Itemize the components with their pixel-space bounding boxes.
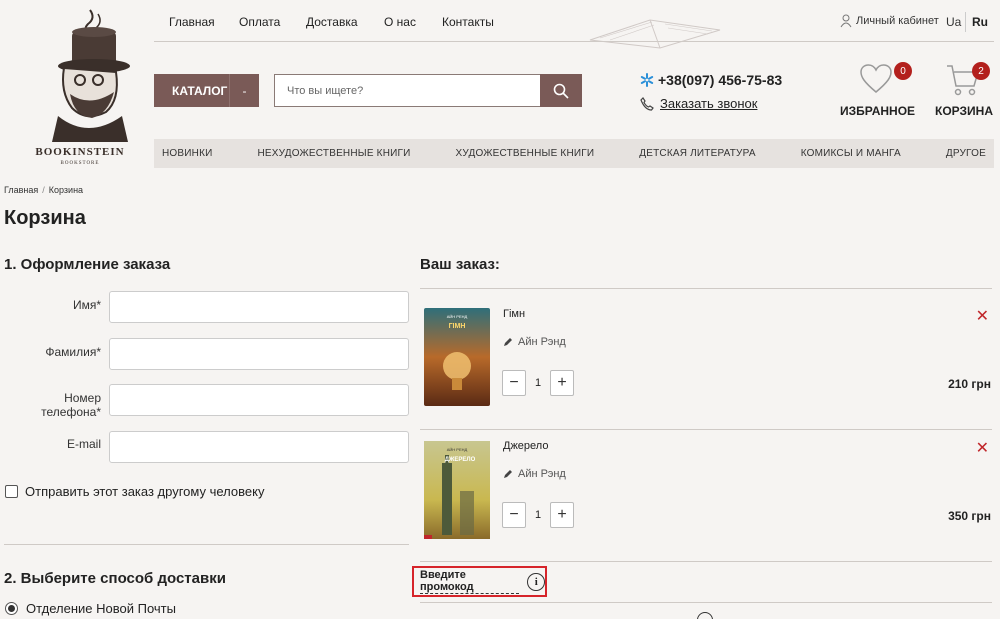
phone-icon (640, 96, 654, 111)
search-input[interactable] (274, 74, 541, 107)
brand-name: BOOKINSTEIN (35, 146, 125, 158)
brand-logo[interactable]: BOOKINSTEIN BOOKSTORE (28, 6, 132, 166)
cover-title: ДЖЕРЕЛО (445, 457, 476, 463)
decrease-quantity-button[interactable]: − (502, 370, 526, 396)
delivery-section-title: 2. Выберите способ доставки (4, 570, 226, 587)
phone-label: +38(097) 456-75-83 (658, 72, 783, 88)
favorites-count-badge: 0 (894, 62, 912, 80)
divider (420, 561, 992, 562)
promo-code-box: Введите промокод i (412, 566, 547, 597)
phone-number[interactable]: +38(097) 456-75-83 (640, 72, 782, 88)
breadcrumb-separator: / (42, 185, 45, 195)
item-title[interactable]: Гімн (503, 308, 525, 320)
quantity-stepper: − 1 + (502, 502, 574, 528)
decrease-quantity-button[interactable]: − (502, 502, 526, 528)
category-comics[interactable]: КОМИКСЫ И МАНГА (801, 148, 901, 159)
book-cover-image: АЙН РЕНД ДЖЕРЕЛО (424, 441, 490, 539)
cart-item: АЙН РЕНД ГІМН Гімн Айн Рэнд − 1 + 210 гр… (420, 290, 995, 420)
brand-subtitle: BOOKSTORE (60, 161, 100, 166)
nav-link-delivery[interactable]: Доставка (306, 15, 358, 29)
quantity-value[interactable]: 1 (526, 377, 550, 389)
divider (420, 288, 992, 289)
quantity-stepper: − 1 + (502, 370, 574, 396)
catalog-label: КАТАЛОГ (172, 83, 228, 98)
pen-icon (504, 470, 512, 478)
book-cover-image: АЙН РЕНД ГІМН (424, 308, 490, 406)
callback-link[interactable]: Заказать звонок (640, 96, 757, 111)
bookinstein-mascot-icon (52, 9, 130, 142)
promo-code-link[interactable]: Введите промокод (420, 569, 520, 594)
email-input[interactable] (109, 431, 409, 463)
info-icon[interactable] (697, 612, 713, 619)
nav-link-home[interactable]: Главная (169, 15, 215, 29)
order-title: Ваш заказ: (420, 256, 500, 273)
item-price: 350 грн (948, 509, 991, 523)
last-name-label: Фамилия* (45, 345, 101, 359)
heart-icon (860, 64, 892, 93)
nav-link-payment[interactable]: Оплата (239, 15, 280, 29)
nav-link-contacts[interactable]: Контакты (442, 15, 494, 29)
breadcrumb: Главная / Корзина (4, 185, 83, 195)
lang-ua[interactable]: Ua (946, 15, 961, 29)
radio-selected[interactable] (5, 602, 18, 615)
first-name-label: Имя* (72, 298, 101, 312)
category-fiction[interactable]: ХУДОЖЕСТВЕННЫЕ КНИГИ (456, 148, 595, 159)
increase-quantity-button[interactable]: + (550, 370, 574, 396)
user-icon (840, 14, 852, 28)
remove-item-icon[interactable]: ✕ (976, 438, 989, 458)
remove-item-icon[interactable]: ✕ (976, 306, 989, 326)
cover-author: АЙН РЕНД (447, 314, 468, 319)
other-person-checkbox[interactable]: Отправить этот заказ другому человеку (5, 484, 264, 499)
item-author-name: Айн Рэнд (518, 336, 566, 348)
account-link[interactable]: Личный кабинет (840, 14, 939, 28)
item-author-name: Айн Рэнд (518, 468, 566, 480)
cover-author: АЙН РЕНД (447, 447, 468, 452)
email-label: E-mail (66, 437, 101, 451)
phone-field-label: Номер телефона* (41, 391, 101, 419)
checkout-section-title: 1. Оформление заказа (4, 256, 171, 273)
breadcrumb-current: Корзина (48, 185, 84, 195)
pen-icon (504, 338, 512, 346)
category-other[interactable]: ДРУГОЕ (946, 148, 986, 159)
info-icon[interactable]: i (527, 572, 545, 591)
account-label: Личный кабинет (856, 15, 939, 27)
nav-link-about[interactable]: О нас (384, 15, 416, 29)
page-title: Корзина (4, 207, 86, 229)
category-children[interactable]: ДЕТСКАЯ ЛИТЕРАТУРА (639, 148, 755, 159)
category-new[interactable]: НОВИНКИ (162, 148, 213, 159)
increase-quantity-button[interactable]: + (550, 502, 574, 528)
search-button[interactable] (540, 74, 582, 107)
divider (420, 602, 992, 603)
quantity-value[interactable]: 1 (526, 509, 550, 521)
callback-label: Заказать звонок (660, 96, 758, 111)
divider (4, 544, 409, 545)
cart-item: АЙН РЕНД ДЖЕРЕЛО Джерело Айн Рэнд − 1 + … (420, 422, 995, 552)
delivery-option-label: Отделение Новой Почты (26, 601, 176, 616)
last-name-input[interactable] (109, 338, 409, 370)
other-person-label: Отправить этот заказ другому человеку (25, 484, 265, 499)
category-nonfiction[interactable]: НЕХУДОЖЕСТВЕННЫЕ КНИГИ (258, 148, 411, 159)
search-icon (553, 83, 569, 99)
item-price: 210 грн (948, 377, 991, 391)
catalog-button[interactable]: КАТАЛОГ - (154, 74, 259, 107)
delivery-option-nova-poshta[interactable]: Отделение Новой Почты (5, 601, 176, 616)
cover-title: ГІМН (449, 323, 466, 330)
cart-button[interactable]: 2 КОРЗИНА (934, 62, 994, 122)
first-name-input[interactable] (109, 291, 409, 323)
favorites-button[interactable]: 0 ИЗБРАННОЕ (840, 62, 916, 122)
cart-label: КОРЗИНА (935, 104, 993, 118)
item-author: Айн Рэнд (503, 468, 566, 480)
item-title[interactable]: Джерело (503, 440, 548, 452)
cart-count-badge: 2 (972, 62, 990, 80)
phone-input[interactable] (109, 384, 409, 416)
checkbox-box[interactable] (5, 485, 18, 498)
item-author: Айн Рэнд (503, 336, 566, 348)
favorites-label: ИЗБРАННОЕ (840, 104, 916, 118)
breadcrumb-home[interactable]: Главная (4, 185, 38, 195)
lang-divider (965, 12, 966, 32)
lang-ru[interactable]: Ru (972, 15, 988, 29)
kyivstar-icon (640, 73, 654, 87)
category-bar: НОВИНКИ НЕХУДОЖЕСТВЕННЫЕ КНИГИ ХУДОЖЕСТВ… (154, 139, 994, 168)
catalog-toggle[interactable]: - (229, 74, 259, 107)
